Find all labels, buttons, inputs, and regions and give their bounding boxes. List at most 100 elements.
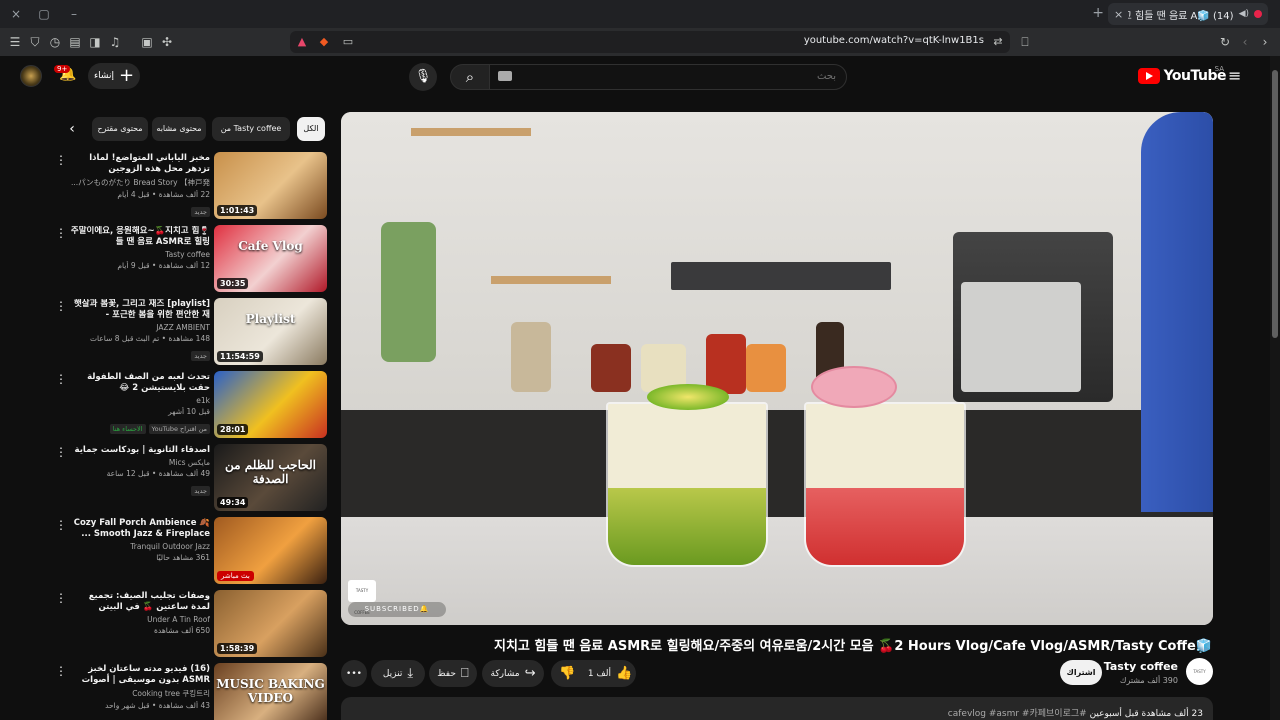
recommendation-channel[interactable]: e1k	[70, 396, 210, 405]
guide-menu-icon[interactable]: ≡	[1228, 68, 1244, 84]
chip-all[interactable]: الكل	[297, 117, 325, 141]
create-button[interactable]: إنشاء +	[88, 63, 140, 89]
brave-rewards-icon[interactable]: ▲	[294, 34, 310, 50]
new-tab-button[interactable]: +	[1092, 5, 1104, 21]
tab-audio-icon[interactable]: ◀)	[1239, 9, 1249, 19]
more-actions-button[interactable]: •••	[341, 660, 367, 687]
search-input[interactable]: بحث	[489, 64, 847, 90]
recommendation-item[interactable]: ⋮ 1:58:39 وصفات تجليب الصيف: تجميع لمدة سا…	[55, 590, 327, 658]
scrollbar-thumb[interactable]	[1272, 70, 1278, 338]
screenshot-icon[interactable]: ▣	[139, 34, 155, 50]
recommendation-title[interactable]: أصدقاء الثانوية | بودكاست جماية	[70, 445, 210, 456]
youtube-logo[interactable]: YouTube	[1137, 68, 1227, 84]
reload-icon[interactable]: ↻	[1217, 34, 1233, 50]
tabs-icon[interactable]: ▤	[67, 34, 83, 50]
history-icon[interactable]: ◷	[47, 34, 63, 50]
menu-icon[interactable]: ☰	[7, 34, 23, 50]
voice-search-mic-icon[interactable]: 🎙	[409, 63, 437, 91]
save-button[interactable]: حفظ ⎕	[429, 660, 477, 687]
recommendation-title[interactable]: وصفات تجليب الصيف: تجميع لمدة ساعتين 🍒 ف…	[70, 591, 210, 613]
bookmark-icon[interactable]: ⎕	[1017, 34, 1033, 50]
channel-avatar[interactable]: TASTY	[1186, 658, 1213, 685]
music-icon[interactable]: ♫	[107, 34, 123, 50]
recommendation-thumbnail[interactable]: 28:01	[214, 371, 327, 438]
chip-from-channel[interactable]: من Tasty coffee	[212, 117, 290, 141]
browser-tabstrip: × ▢ – + × (14) 🧊지치고 힘들 땐 음료 A ◀)	[0, 0, 1280, 28]
scene-kiwi-drink	[606, 402, 768, 567]
recommendation-thumbnail[interactable]: Playlist 11:54:59	[214, 298, 327, 365]
recommendation-title[interactable]: Cozy Fall Porch Ambience 🍂 Smooth Jazz &…	[70, 518, 210, 540]
address-bar[interactable]: ▲ ◆ ▭ youtube.com/watch?v=qtK-lnw1B1s ⇄	[290, 31, 1010, 53]
site-settings-icon[interactable]: ⇄	[990, 34, 1006, 50]
shield-icon[interactable]: ⛉	[27, 34, 43, 50]
share-button[interactable]: مشاركة ↪	[482, 660, 544, 687]
channel-watermark[interactable]: TASTY COFFEE	[348, 580, 376, 615]
subscribe-button[interactable]: اشتراك	[1060, 660, 1102, 685]
forward-icon[interactable]: ›	[1257, 34, 1273, 50]
recommendation-item[interactable]: ⋮ Playlist 11:54:59 [playlist] 햇살과 봄꽃, 그리고 …	[55, 298, 327, 366]
video-duration: 30:35	[217, 278, 249, 289]
download-button[interactable]: تنزيل ⤓	[371, 660, 425, 687]
recommendation-channel[interactable]: Cooking tree 쿠킹트리	[70, 688, 210, 699]
url-text[interactable]: youtube.com/watch?v=qtK-lnw1B1s	[804, 35, 984, 46]
recommendation-title[interactable]: (16) فيديو مدته ساعتان لخبز ASMR بدون مو…	[70, 664, 210, 686]
recommendation-item[interactable]: ⋮ 1:01:43 مخبز الياباني المتواضع! لماذا تز…	[55, 152, 327, 220]
recommendation-channel[interactable]: JAZZ AMBIENT	[70, 323, 210, 332]
recommendation-channel[interactable]: Tranquil Outdoor Jazz	[70, 542, 210, 551]
hashtags[interactable]: #cafevlog #asmr #카페브이로그	[948, 709, 1087, 719]
recommendation-channel[interactable]: مايكس Mics	[70, 458, 210, 467]
chips-scroll-left-icon[interactable]: ‹	[60, 117, 84, 141]
recommendation-menu-icon[interactable]: ⋮	[55, 592, 67, 604]
recommendation-item[interactable]: ⋮ 28:01 تحدث لعبه من الصف الطفولة حقت بلاي…	[55, 371, 327, 439]
recommendation-menu-icon[interactable]: ⋮	[55, 665, 67, 677]
recommendation-thumbnail[interactable]: Cafe Vlog 30:35	[214, 225, 327, 292]
recommendation-menu-icon[interactable]: ⋮	[55, 446, 67, 458]
browser-tab-active[interactable]: × (14) 🧊지치고 힘들 땐 음료 A ◀)	[1108, 3, 1268, 25]
scene-jar	[746, 344, 786, 392]
recommendation-channel[interactable]: パンものがたり Bread Story 【神戸発...	[70, 177, 210, 188]
channel-name[interactable]: Tasty coffee	[1104, 660, 1178, 673]
sidebar-icon[interactable]: ◨	[87, 34, 103, 50]
recommendation-item[interactable]: ⋮ MUSIC BAKING VIDEO (16) فيديو مدته ساعتا…	[55, 663, 327, 720]
recommendation-title[interactable]: مخبز الياباني المتواضع! لماذا تزدهر محل …	[70, 153, 210, 175]
video-duration: 11:54:59	[217, 351, 263, 362]
recommendation-menu-icon[interactable]: ⋮	[55, 373, 67, 385]
video-description[interactable]: 23 ألف مشاهدة قبل أسبوعين #cafevlog #asm…	[341, 697, 1213, 720]
video-player[interactable]: TASTY COFFEE SUBSCRIBED🔔	[341, 112, 1213, 625]
recommendation-menu-icon[interactable]: ⋮	[55, 227, 67, 239]
window-minimize-icon[interactable]: –	[66, 6, 82, 22]
recommendation-menu-icon[interactable]: ⋮	[55, 154, 67, 166]
like-button[interactable]: 1 ألف 👍	[584, 660, 636, 687]
keyboard-icon[interactable]	[498, 71, 512, 81]
account-avatar[interactable]	[20, 65, 42, 87]
recommendation-item[interactable]: ⋮ Cafe Vlog 30:35 🍷주말이에요, 응원해요~🍒지치고 힘들 땐 음료…	[55, 225, 327, 293]
recommendation-item[interactable]: ⋮ بث مباشر Cozy Fall Porch Ambience 🍂 Smoo…	[55, 517, 327, 585]
recommendation-title[interactable]: 🍷주말이에요, 응원해요~🍒지치고 힘들 땐 음료 ASMR로 힐링	[70, 226, 210, 248]
search-button[interactable]: ⌕	[450, 64, 490, 90]
back-icon[interactable]: ‹	[1237, 34, 1253, 50]
thumbs-up-icon: 👍	[615, 666, 633, 681]
dislike-button[interactable]: 👎	[551, 660, 584, 687]
recommendation-thumbnail[interactable]: بث مباشر	[214, 517, 327, 584]
page-scrollbar[interactable]	[1270, 56, 1280, 720]
scene-jar	[591, 344, 631, 392]
recommendation-title[interactable]: تحدث لعبه من الصف الطفولة حقت بلايستيشن …	[70, 372, 210, 394]
recommendation-thumbnail[interactable]: 1:58:39	[214, 590, 327, 657]
recommendation-channel[interactable]: Tasty coffee	[70, 250, 210, 259]
recommendation-item[interactable]: ⋮ الحاجب للظلم من الصدفة 49:34 أصدقاء الثان…	[55, 444, 327, 512]
reader-mode-icon[interactable]: ▭	[340, 34, 356, 50]
recommendation-menu-icon[interactable]: ⋮	[55, 300, 67, 312]
recommendation-thumbnail[interactable]: 1:01:43	[214, 152, 327, 219]
recommendation-channel[interactable]: Under A Tin Roof	[70, 615, 210, 624]
recommendation-thumbnail[interactable]: MUSIC BAKING VIDEO	[214, 663, 327, 720]
window-close-icon[interactable]: ×	[8, 6, 24, 22]
chip-similar[interactable]: محتوى مشابه	[152, 117, 206, 141]
extensions-icon[interactable]: ✣	[159, 34, 175, 50]
recommendation-title[interactable]: [playlist] 햇살과 봄꽃, 그리고 재즈 - 포근한 봄을 위한 편안…	[70, 299, 210, 321]
window-maximize-icon[interactable]: ▢	[36, 6, 52, 22]
chip-suggested[interactable]: محتوى مقترح	[92, 117, 148, 141]
brave-shields-icon[interactable]: ◆	[316, 34, 332, 50]
recommendation-menu-icon[interactable]: ⋮	[55, 519, 67, 531]
tab-close-icon[interactable]: ×	[1114, 8, 1123, 21]
recommendation-thumbnail[interactable]: الحاجب للظلم من الصدفة 49:34	[214, 444, 327, 511]
